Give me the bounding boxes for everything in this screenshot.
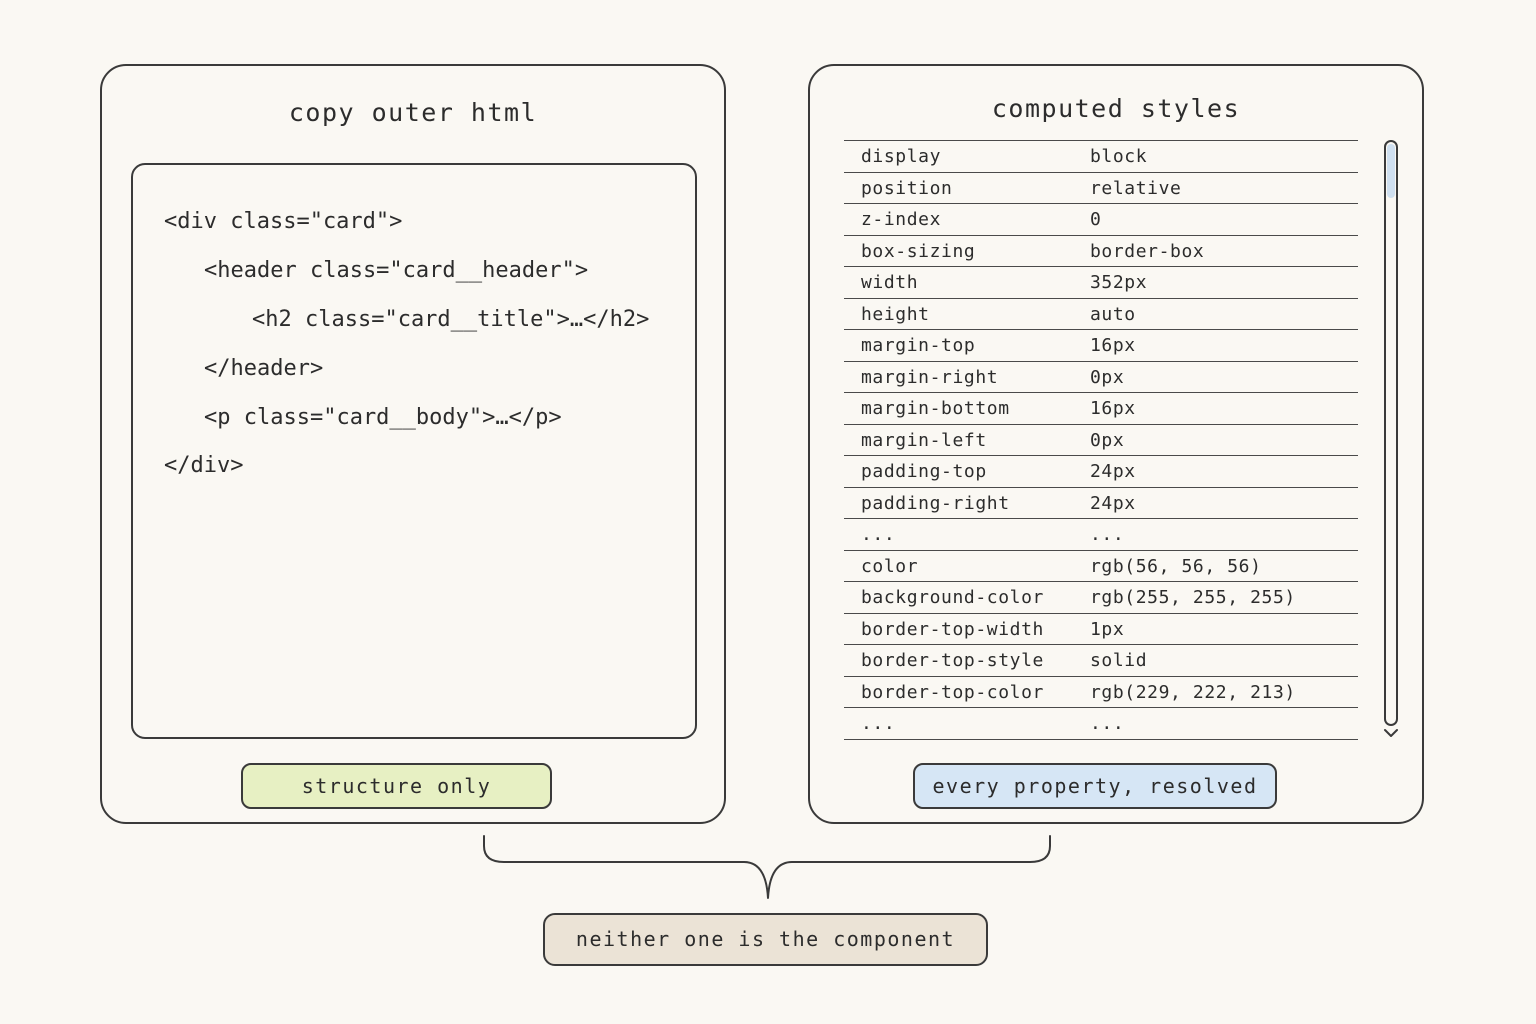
style-property-name: color bbox=[861, 555, 919, 577]
outer-html-title: copy outer html bbox=[288, 98, 538, 127]
style-property-value: block bbox=[1090, 146, 1148, 167]
code-line-div-open: <div class="card"> bbox=[164, 209, 403, 234]
chevron-down-icon[interactable] bbox=[1382, 726, 1400, 740]
style-property-name: margin-top bbox=[861, 335, 976, 356]
style-row: padding-right 24px bbox=[844, 488, 1358, 519]
style-property-value: 352px bbox=[1090, 272, 1148, 293]
code-line-h2: <h2 class="card__title">…</h2> bbox=[252, 307, 650, 332]
style-property-value: 24px bbox=[1090, 492, 1136, 514]
style-row: z-index 0 bbox=[844, 204, 1358, 236]
style-row: margin-left 0px bbox=[844, 425, 1358, 456]
style-property-name: padding-right bbox=[861, 492, 1010, 514]
brace-connector bbox=[483, 835, 1051, 899]
code-line-header-close: </header> bbox=[204, 356, 324, 381]
style-row: border-top-color rgb(229, 222, 213) bbox=[844, 677, 1358, 708]
style-property-value: ... bbox=[1090, 524, 1125, 545]
style-property-name: ... bbox=[861, 524, 896, 545]
style-property-value: ... bbox=[1090, 713, 1125, 734]
style-property-name: display bbox=[861, 146, 942, 167]
conclusion-badge: neither one is the component bbox=[543, 913, 988, 966]
style-property-value: 1px bbox=[1090, 618, 1125, 640]
style-property-name: padding-top bbox=[861, 461, 987, 482]
style-property-value: relative bbox=[1090, 177, 1182, 199]
computed-styles-panel: computed styles display block position rela… bbox=[808, 64, 1424, 824]
style-row: color rgb(56, 56, 56) bbox=[844, 551, 1358, 582]
style-property-name: height bbox=[861, 303, 930, 325]
style-property-name: border-top-style bbox=[861, 650, 1044, 671]
style-row: margin-top 16px bbox=[844, 330, 1358, 362]
style-row: ...... bbox=[844, 708, 1358, 740]
style-property-value: 0px bbox=[1090, 429, 1125, 451]
style-row: ...... bbox=[844, 519, 1358, 551]
structure-only-badge: structure only bbox=[241, 763, 552, 809]
style-property-value: border-box bbox=[1090, 240, 1205, 262]
style-property-name: border-top-width bbox=[861, 618, 1044, 640]
style-property-value: 24px bbox=[1090, 461, 1136, 482]
code-line-div-close: </div> bbox=[164, 453, 244, 478]
style-row: margin-right 0px bbox=[844, 362, 1358, 393]
style-property-value: auto bbox=[1090, 303, 1136, 325]
code-line-p: <p class="card__body">…</p> bbox=[204, 405, 562, 430]
style-row: width 352px bbox=[844, 267, 1358, 299]
style-property-name: width bbox=[861, 272, 919, 293]
style-property-value: 16px bbox=[1090, 335, 1136, 356]
style-property-value: solid bbox=[1090, 650, 1148, 671]
computed-styles-title: computed styles bbox=[991, 94, 1241, 123]
style-property-name: margin-right bbox=[861, 366, 999, 388]
style-property-value: 16px bbox=[1090, 398, 1136, 419]
scrollbar[interactable] bbox=[1384, 140, 1398, 726]
style-row: box-sizing border-box bbox=[844, 236, 1358, 267]
style-row: border-top-style solid bbox=[844, 645, 1358, 677]
style-row: display block bbox=[844, 141, 1358, 173]
style-property-name: position bbox=[861, 177, 953, 199]
style-row: height auto bbox=[844, 299, 1358, 330]
computed-styles-table: display block position relative z-index 0 box-… bbox=[844, 140, 1358, 740]
style-property-name: margin-left bbox=[861, 429, 987, 451]
style-property-value: 0px bbox=[1090, 366, 1125, 388]
scrollbar-thumb[interactable] bbox=[1387, 144, 1395, 198]
style-property-name: background-color bbox=[861, 587, 1044, 608]
code-line-header-open: <header class="card__header"> bbox=[204, 258, 589, 283]
style-property-name: z-index bbox=[861, 209, 942, 230]
style-row: padding-top 24px bbox=[844, 456, 1358, 488]
style-property-value: rgb(56, 56, 56) bbox=[1090, 555, 1262, 577]
style-property-value: rgb(255, 255, 255) bbox=[1090, 587, 1296, 608]
style-row: margin-bottom 16px bbox=[844, 393, 1358, 425]
style-row: background-color rgb(255, 255, 255) bbox=[844, 582, 1358, 614]
style-property-name: border-top-color bbox=[861, 681, 1044, 703]
html-code-box: <div class="card"> <header class="card__… bbox=[131, 163, 697, 739]
style-property-name: margin-bottom bbox=[861, 398, 1010, 419]
style-property-name: ... bbox=[861, 713, 896, 734]
style-row: position relative bbox=[844, 173, 1358, 204]
style-property-value: 0 bbox=[1090, 209, 1102, 230]
style-row: border-top-width 1px bbox=[844, 614, 1358, 645]
every-property-resolved-badge: every property, resolved bbox=[913, 763, 1277, 809]
outer-html-panel: copy outer html <div class="card"> <head… bbox=[100, 64, 726, 824]
style-property-name: box-sizing bbox=[861, 240, 976, 262]
style-property-value: rgb(229, 222, 213) bbox=[1090, 681, 1296, 703]
